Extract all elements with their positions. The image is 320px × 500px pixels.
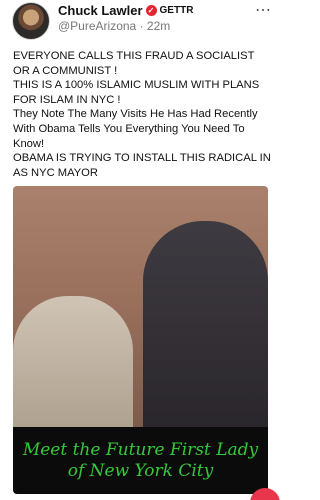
post-paragraph: EVERYONE CALLS THIS FRAUD A SOCIALIST OR…: [13, 50, 255, 77]
post-photo-placeholder[interactable]: [13, 186, 268, 427]
separator: ·: [139, 19, 144, 33]
handle-line: @PureArizona · 22m: [58, 19, 170, 33]
post-paragraph: THIS IS A 100% ISLAMIC MUSLIM WITH PLANS…: [13, 79, 260, 106]
caption-line: of New York City: [67, 461, 214, 481]
post-paragraph: OBAMA IS TRYING TO INSTALL THIS RADICAL …: [13, 152, 271, 179]
author-name[interactable]: Chuck Lawler: [58, 3, 143, 18]
caption-line: Meet the Future First Lady: [22, 440, 259, 460]
post-text: EVERYONE CALLS THIS FRAUD A SOCIALIST OR…: [13, 49, 271, 180]
post-paragraph: They Note The Many Visits He Has Had Rec…: [13, 108, 258, 150]
author-line: Chuck Lawler ✓ GETTR: [58, 3, 193, 18]
photo-shape: [143, 221, 268, 427]
avatar[interactable]: [12, 2, 50, 40]
photo-shape: [13, 296, 133, 427]
post-media[interactable]: Meet the Future First Lady of New York C…: [13, 186, 268, 494]
post-header: Chuck Lawler ✓ GETTR @PureArizona · 22m …: [0, 0, 280, 40]
more-horizontal-icon[interactable]: ⋯: [255, 0, 272, 20]
post-time[interactable]: 22m: [147, 19, 170, 33]
platform-badge: GETTR: [159, 5, 194, 16]
media-caption: Meet the Future First Lady of New York C…: [13, 440, 268, 482]
author-handle[interactable]: @PureArizona: [58, 19, 136, 33]
verified-icon: ✓: [145, 5, 157, 16]
